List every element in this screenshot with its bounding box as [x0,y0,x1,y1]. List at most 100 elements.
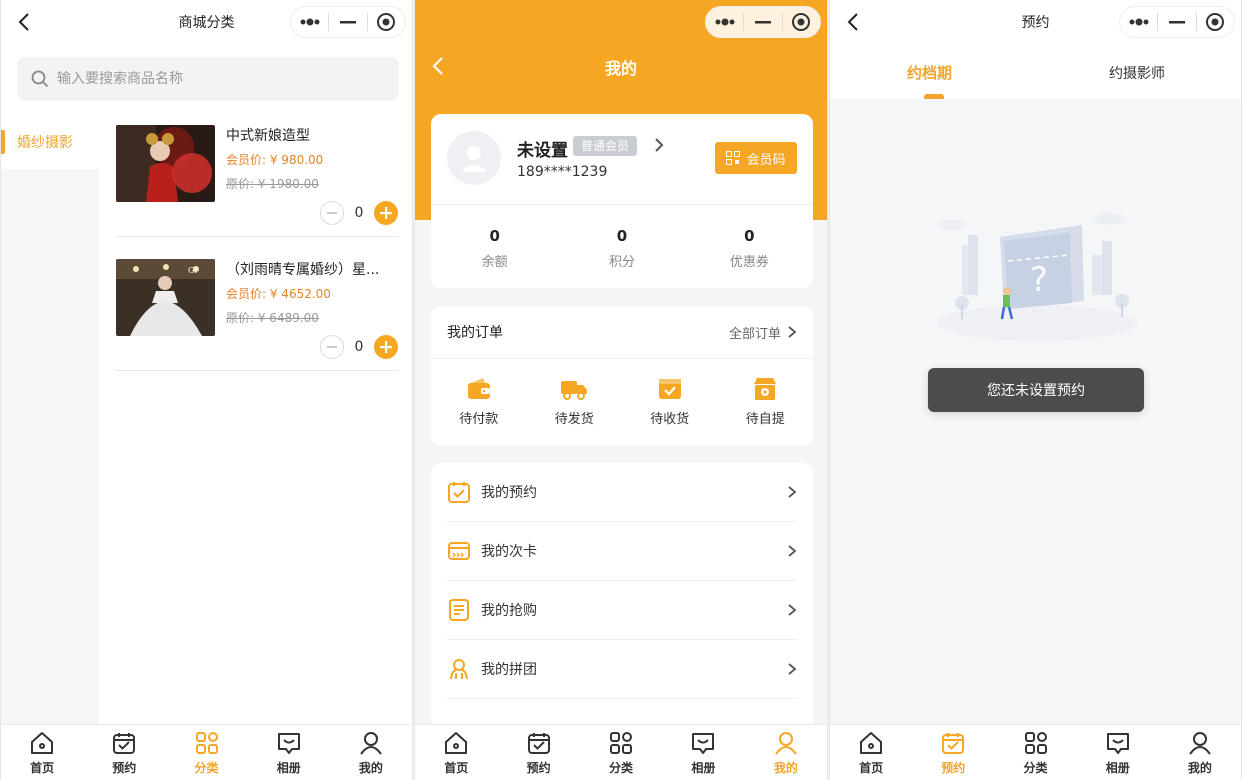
store-icon [754,378,777,400]
user-icon [360,731,382,755]
search-input[interactable] [57,71,377,87]
back-icon[interactable] [15,11,35,33]
category-sidebar: 婚纱摄影 [1,115,99,725]
user-icon [1189,731,1211,755]
tab-user[interactable]: 我的 [745,725,827,780]
tab-label: 我的 [1187,760,1212,775]
member-code-button[interactable]: 会员码 [715,142,797,174]
tab-label: 预约 [526,760,551,775]
order-pending-shipment[interactable]: 待发货 [527,360,623,432]
order-pending-receipt[interactable]: 待收货 [622,360,718,432]
close-circle-icon[interactable] [1197,7,1234,37]
user-name[interactable]: 未设置 [517,136,568,161]
stat-points[interactable]: 0 积分 [558,205,685,288]
product-image[interactable]: GI [116,259,215,336]
svg-text:GI: GI [188,266,198,275]
avatar[interactable] [447,131,501,185]
more-icon[interactable] [291,7,328,37]
back-icon[interactable] [844,11,864,33]
menu-my-group-buys[interactable]: 我的拼团 [447,640,797,699]
tab-home[interactable]: 首页 [1,725,83,780]
search-bar[interactable] [17,57,399,101]
top-bar: 商城分类 [1,0,412,44]
product-image[interactable] [116,125,215,202]
tab-grid[interactable]: 分类 [994,725,1076,780]
tab-calendar-check[interactable]: 预约 [497,725,579,780]
more-icon[interactable] [1120,7,1157,37]
menu-my-cards[interactable]: 我的次卡 [447,522,797,581]
stat-value: 0 [744,227,755,245]
card-icon [448,542,470,560]
increase-button[interactable] [374,335,398,359]
tab-user[interactable]: 我的 [1159,725,1241,780]
mini-program-capsule [1119,6,1235,38]
tab-user[interactable]: 我的 [330,725,412,780]
tab-grid[interactable]: 分类 [580,725,662,780]
home-icon [860,731,883,754]
album-icon [277,732,300,754]
minimize-icon[interactable] [1158,7,1195,37]
calendar-check-icon [942,732,965,754]
chevron-right-icon [788,545,797,557]
svg-text:?: ? [1030,260,1048,300]
decrease-button[interactable] [320,335,344,359]
stat-coupons[interactable]: 0 优惠券 [686,205,813,288]
tab-book-date[interactable]: 约档期 [907,62,952,83]
product-name[interactable]: 中式新娘造型 [226,125,398,145]
all-orders-label: 全部订单 [728,326,781,342]
original-price: 原价: ¥ 1980.00 [226,177,319,191]
menu-card: 我的预约 我的次卡 我的抢购 我的拼团 [431,463,813,743]
tab-label: 分类 [194,760,219,775]
profile-screen: 我的 未设置 普通会员 189****1239 会员码 0 余额 0 积分 0 … [414,0,828,780]
member-code-label: 会员码 [746,152,786,168]
tab-label: 我的 [773,760,798,775]
order-status-label: 待付款 [459,412,499,427]
category-item-wedding[interactable]: 婚纱摄影 [1,115,99,169]
chevron-right-icon[interactable] [653,137,665,153]
minimize-icon[interactable] [329,7,366,37]
album-icon [1106,732,1129,754]
tab-label: 首页 [30,760,55,775]
tab-album[interactable]: 相册 [248,725,330,780]
tab-calendar-check[interactable]: 预约 [83,725,165,780]
decrease-button[interactable] [320,201,344,225]
order-pending-payment[interactable]: 待付款 [431,360,527,432]
tab-home[interactable]: 首页 [415,725,497,780]
tab-book-photographer[interactable]: 约摄影师 [1109,63,1165,83]
quantity-stepper: 0 [320,201,398,225]
tab-album[interactable]: 相册 [662,725,744,780]
tab-label: 相册 [691,760,716,775]
minimize-icon[interactable] [744,7,781,37]
increase-button[interactable] [374,201,398,225]
all-orders-link[interactable]: 全部订单 [729,323,797,342]
menu-my-appointments[interactable]: 我的预约 [447,463,797,522]
tab-calendar-check[interactable]: 预约 [912,725,994,780]
tab-bar: 首页 预约 分类 相册 我的 [1,724,412,780]
page-title: 我的 [604,59,637,78]
close-circle-icon[interactable] [783,7,820,37]
tab-label: 分类 [1023,760,1048,775]
toast-message: 您还未设置预约 [928,368,1144,412]
order-status-label: 待收货 [650,412,690,427]
mini-program-capsule [705,6,821,38]
product-name[interactable]: （刘雨晴专属婚纱）星... [226,259,398,279]
tab-home[interactable]: 首页 [830,725,912,780]
tab-label: 预约 [941,760,966,775]
product-item[interactable]: GI （刘雨晴专属婚纱）星... 会员价: ¥ 4652.00 原价: ¥ 64… [116,249,398,371]
grid-icon [1024,731,1047,754]
tab-album[interactable]: 相册 [1077,725,1159,780]
close-circle-icon[interactable] [368,7,405,37]
tab-label: 分类 [609,760,634,775]
tab-grid[interactable]: 分类 [165,725,247,780]
more-icon[interactable] [706,7,743,37]
order-pending-pickup[interactable]: 待自提 [718,360,814,432]
stats-row: 0 余额 0 积分 0 优惠券 [431,204,813,288]
member-level-badge: 普通会员 [573,136,638,156]
product-item[interactable]: 中式新娘造型 会员价: ¥ 980.00 原价: ¥ 1980.00 0 [116,115,398,237]
stat-balance[interactable]: 0 余额 [431,205,558,288]
category-screen: 商城分类 婚纱摄影 中式新娘造型 [0,0,413,780]
menu-my-flash-sales[interactable]: 我的抢购 [447,581,797,640]
stat-label: 优惠券 [729,255,769,270]
menu-label: 我的次卡 [481,544,537,560]
wallet-icon [467,378,490,399]
